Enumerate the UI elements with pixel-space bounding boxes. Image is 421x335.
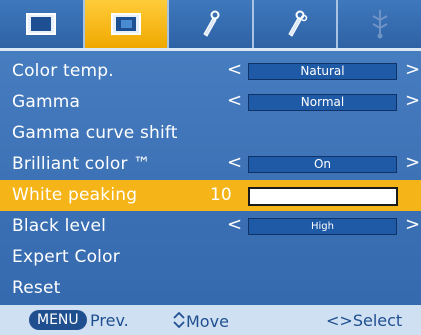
tab-picture-advanced[interactable] [84, 0, 170, 48]
settings-tools-icon [280, 8, 310, 40]
menu-item-gamma-curve-shift[interactable]: Gamma curve shift [0, 118, 421, 149]
menu-item-black-level[interactable]: Black level < High > [0, 211, 421, 242]
white-peaking-slider[interactable] [248, 187, 398, 206]
brilliant-color-value: On [248, 156, 397, 173]
tabs-divider [0, 48, 421, 51]
input-icon [367, 8, 393, 40]
move-label: Move [186, 312, 229, 331]
select-label: Select [352, 311, 403, 330]
gamma-value: Normal [248, 94, 397, 111]
menu-item-reset[interactable]: Reset [0, 273, 421, 304]
increase-arrow[interactable]: > [405, 214, 420, 235]
decrease-arrow[interactable]: < [227, 214, 242, 235]
menu-item-label: Reset [12, 278, 61, 298]
menu-item-label: White peaking [12, 185, 138, 205]
osd-menu: Color temp. < Natural > Gamma < Normal >… [0, 0, 421, 335]
picture-advanced-icon [108, 11, 144, 37]
increase-arrow[interactable]: > [405, 59, 420, 80]
decrease-arrow[interactable]: < [227, 152, 242, 173]
menu-tabs [0, 0, 421, 48]
decrease-arrow[interactable]: < [227, 59, 242, 80]
increase-arrow[interactable]: > [405, 152, 420, 173]
menu-key-badge: MENU [29, 310, 87, 330]
menu-item-label: Brilliant color ™ [12, 154, 151, 174]
menu-item-label: Color temp. [12, 61, 114, 81]
left-right-icon: <> [326, 311, 353, 330]
color-temp-value: Natural [248, 63, 397, 80]
menu-item-gamma[interactable]: Gamma < Normal > [0, 87, 421, 118]
select-hint: <>Select [326, 311, 402, 330]
picture-icon [23, 11, 59, 37]
picture-menu-list: Color temp. < Natural > Gamma < Normal >… [0, 56, 421, 304]
menu-item-white-peaking[interactable]: White peaking 10 [0, 180, 421, 211]
menu-item-label: Gamma curve shift [12, 123, 178, 143]
menu-item-color-temp[interactable]: Color temp. < Natural > [0, 56, 421, 87]
help-bar: MENU Prev. Move <>Select [0, 305, 421, 335]
tab-picture[interactable] [0, 0, 85, 48]
menu-item-brilliant-color[interactable]: Brilliant color ™ < On > [0, 149, 421, 180]
up-down-icon [172, 311, 186, 333]
move-hint: Move [172, 311, 229, 333]
menu-item-label: Black level [12, 216, 107, 236]
white-peaking-value: 10 [210, 185, 232, 205]
increase-arrow[interactable]: > [405, 90, 420, 111]
decrease-arrow[interactable]: < [227, 90, 242, 111]
prev-hint: Prev. [90, 311, 129, 330]
menu-item-label: Expert Color [12, 247, 120, 267]
tools-icon [195, 8, 225, 40]
black-level-value: High [248, 218, 397, 235]
tab-tools[interactable] [169, 0, 254, 48]
menu-item-label: Gamma [12, 92, 81, 112]
menu-item-expert-color[interactable]: Expert Color [0, 242, 421, 273]
tab-input[interactable] [338, 0, 421, 48]
tab-settings-tools[interactable] [253, 0, 339, 48]
